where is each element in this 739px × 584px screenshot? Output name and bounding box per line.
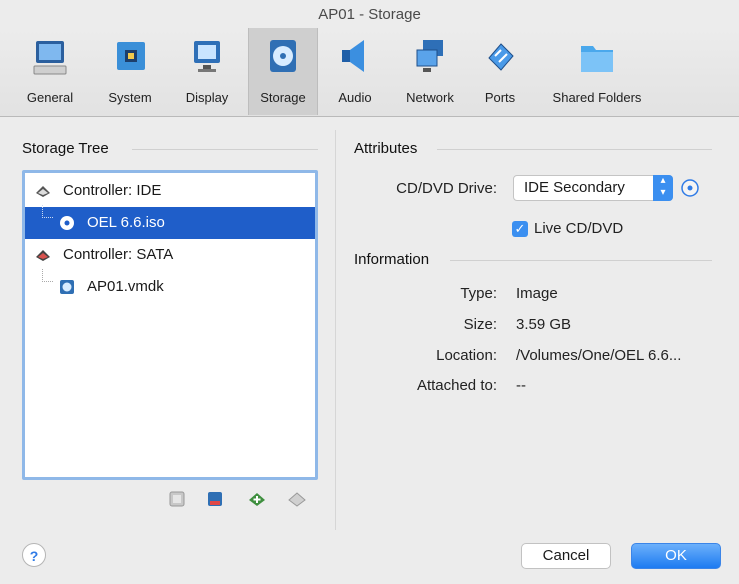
cd-drive-label: CD/DVD Drive: [396, 180, 497, 197]
cd-drive-value: IDE Secondary [524, 179, 625, 196]
attached-to-value: -- [516, 377, 526, 394]
divider [132, 149, 318, 150]
divider [437, 149, 712, 150]
plug-icon [488, 43, 514, 71]
location-label: Location: [436, 347, 497, 364]
tab-general[interactable]: General [20, 32, 80, 112]
tree-item-sata-controller[interactable]: Controller: SATA [25, 239, 315, 271]
chip-icon [117, 42, 145, 70]
window-title: AP01 - Storage [318, 6, 421, 23]
type-label: Type: [460, 285, 497, 302]
monitor-general-icon [33, 41, 67, 75]
add-attachment-icon[interactable] [248, 490, 266, 508]
hard-disk-icon [60, 280, 74, 294]
sata-controller-icon [36, 250, 50, 261]
attributes-heading: Attributes [354, 140, 418, 157]
tab-network[interactable]: Network [398, 32, 462, 112]
divider [450, 260, 712, 261]
folder-icon [581, 46, 613, 72]
cd-drive-select[interactable]: IDE Secondary ▴ ▾ [513, 175, 673, 201]
remove-controller-icon[interactable] [206, 490, 224, 508]
live-cd-label: Live CD/DVD [534, 220, 624, 237]
network-icon [416, 40, 443, 72]
help-button[interactable]: ? [22, 543, 46, 567]
tree-item-oel-iso[interactable]: OEL 6.6.iso [25, 205, 315, 239]
add-controller-icon[interactable] [168, 490, 186, 508]
disk-icon [270, 40, 296, 72]
location-value: /Volumes/One/OEL 6.6... [516, 347, 682, 364]
remove-attachment-icon[interactable] [288, 490, 306, 508]
attached-to-label: Attached to: [416, 377, 497, 394]
type-value: Image [516, 285, 558, 302]
chevron-updown-icon: ▴ ▾ [653, 175, 673, 201]
size-value: 3.59 GB [516, 316, 572, 333]
tree-item-ap01-vmdk[interactable]: AP01.vmdk [25, 269, 315, 303]
live-cd-checkbox[interactable]: ✓ [512, 221, 528, 237]
tab-storage[interactable]: Storage [248, 28, 318, 115]
tree-branch [42, 205, 53, 218]
storage-tree-heading: Storage Tree [22, 140, 109, 157]
optical-disc-icon [60, 216, 74, 230]
tab-shared-folders[interactable]: Shared Folders [538, 32, 656, 112]
tab-audio[interactable]: Audio [330, 32, 380, 112]
panel-divider [335, 130, 336, 530]
ok-button[interactable]: OK [631, 543, 721, 569]
tree-branch [42, 269, 53, 282]
tab-ports[interactable]: Ports [475, 32, 525, 112]
settings-toolbar: General System Display Storage Audio Net… [0, 28, 739, 117]
speaker-icon [342, 40, 364, 72]
tab-display[interactable]: Display [178, 32, 236, 112]
storage-tree[interactable]: Controller: IDE OEL 6.6.iso Controller: … [22, 170, 318, 480]
display-icon [194, 41, 220, 72]
cancel-button[interactable]: Cancel [521, 543, 611, 569]
size-label: Size: [463, 316, 497, 333]
ide-controller-icon [36, 186, 50, 197]
tree-item-ide-controller[interactable]: Controller: IDE [25, 175, 315, 207]
tab-system[interactable]: System [100, 32, 160, 112]
choose-disk-icon[interactable] [681, 179, 699, 197]
information-heading: Information [354, 251, 430, 268]
